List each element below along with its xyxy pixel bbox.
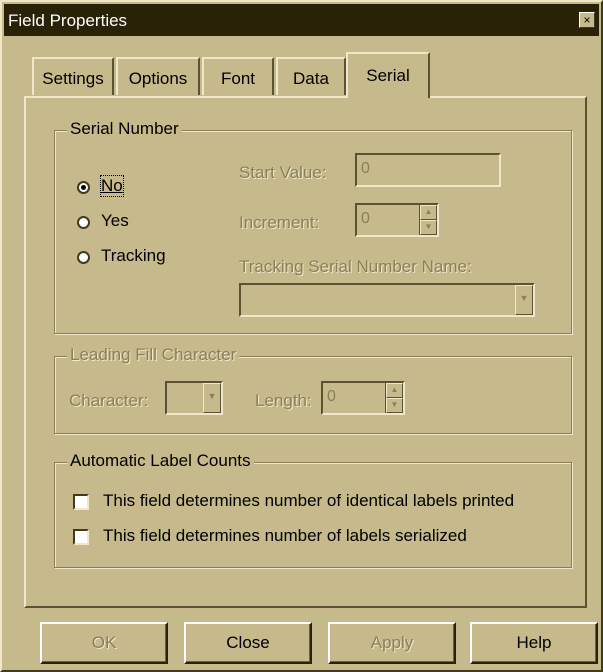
title-bar[interactable]: Field Properties ×: [4, 4, 599, 36]
apply-button[interactable]: Apply: [328, 622, 456, 664]
tracking-name-dropdown[interactable]: ▼: [239, 283, 535, 317]
tab-data[interactable]: Data: [276, 57, 346, 95]
labels-serialized-checkbox-label[interactable]: This field determines number of labels s…: [103, 526, 467, 546]
help-button[interactable]: Help: [470, 622, 598, 664]
tab-serial[interactable]: Serial: [346, 52, 430, 98]
label-counts-legend: Automatic Label Counts: [67, 451, 254, 471]
spin-up-icon[interactable]: ▲: [420, 205, 437, 220]
spin-down-icon[interactable]: ▼: [420, 220, 437, 235]
tracking-name-label: Tracking Serial Number Name:: [239, 257, 472, 276]
length-text: 0: [327, 388, 336, 405]
radio-tracking-indicator[interactable]: [77, 251, 90, 264]
character-dropdown[interactable]: ▼: [165, 381, 223, 415]
radio-tracking-label[interactable]: Tracking: [101, 246, 166, 266]
ok-button[interactable]: OK: [40, 622, 168, 664]
tab-settings[interactable]: Settings: [32, 57, 114, 95]
labels-serialized-checkbox-box[interactable]: [73, 529, 89, 545]
spin-up-icon[interactable]: ▲: [386, 383, 403, 398]
increment-spin-buttons[interactable]: ▲ ▼: [419, 205, 437, 235]
length-spin-buttons[interactable]: ▲ ▼: [385, 383, 403, 413]
chevron-down-icon[interactable]: ▼: [203, 383, 221, 413]
length-stepper[interactable]: 0 ▲ ▼: [321, 381, 405, 415]
character-label: Character:: [69, 391, 149, 410]
window-title: Field Properties: [8, 11, 128, 30]
start-value-text: 0: [361, 160, 370, 177]
close-button[interactable]: Close: [184, 622, 312, 664]
serial-number-legend: Serial Number: [67, 119, 182, 139]
leading-fill-legend: Leading Fill Character: [67, 345, 240, 365]
spin-down-icon[interactable]: ▼: [386, 398, 403, 413]
identical-labels-checkbox-label[interactable]: This field determines number of identica…: [103, 491, 514, 511]
radio-no-indicator[interactable]: [77, 181, 90, 194]
radio-yes-indicator[interactable]: [77, 216, 90, 229]
increment-stepper[interactable]: 0 ▲ ▼: [355, 203, 439, 237]
tab-options[interactable]: Options: [116, 57, 200, 95]
serial-tab-panel: Serial Number No Yes Tracking Start Valu…: [24, 96, 587, 608]
identical-labels-checkbox-box[interactable]: [73, 494, 89, 510]
leading-fill-group: Leading Fill Character Character: ▼ Leng…: [54, 345, 572, 434]
chevron-down-icon[interactable]: ▼: [515, 285, 533, 315]
tab-font[interactable]: Font: [202, 57, 274, 95]
field-properties-dialog: Field Properties × Settings Options Font…: [0, 0, 603, 672]
start-value-label: Start Value:: [239, 163, 327, 182]
increment-text: 0: [361, 210, 370, 227]
close-icon[interactable]: ×: [579, 12, 595, 28]
serial-number-group: Serial Number No Yes Tracking Start Valu…: [54, 119, 572, 334]
radio-yes-label[interactable]: Yes: [101, 211, 129, 231]
length-label: Length:: [255, 391, 312, 410]
label-counts-group: Automatic Label Counts This field determ…: [54, 451, 572, 568]
radio-no-label[interactable]: No: [100, 175, 124, 197]
increment-label: Increment:: [239, 213, 320, 232]
start-value-input[interactable]: 0: [355, 153, 501, 187]
